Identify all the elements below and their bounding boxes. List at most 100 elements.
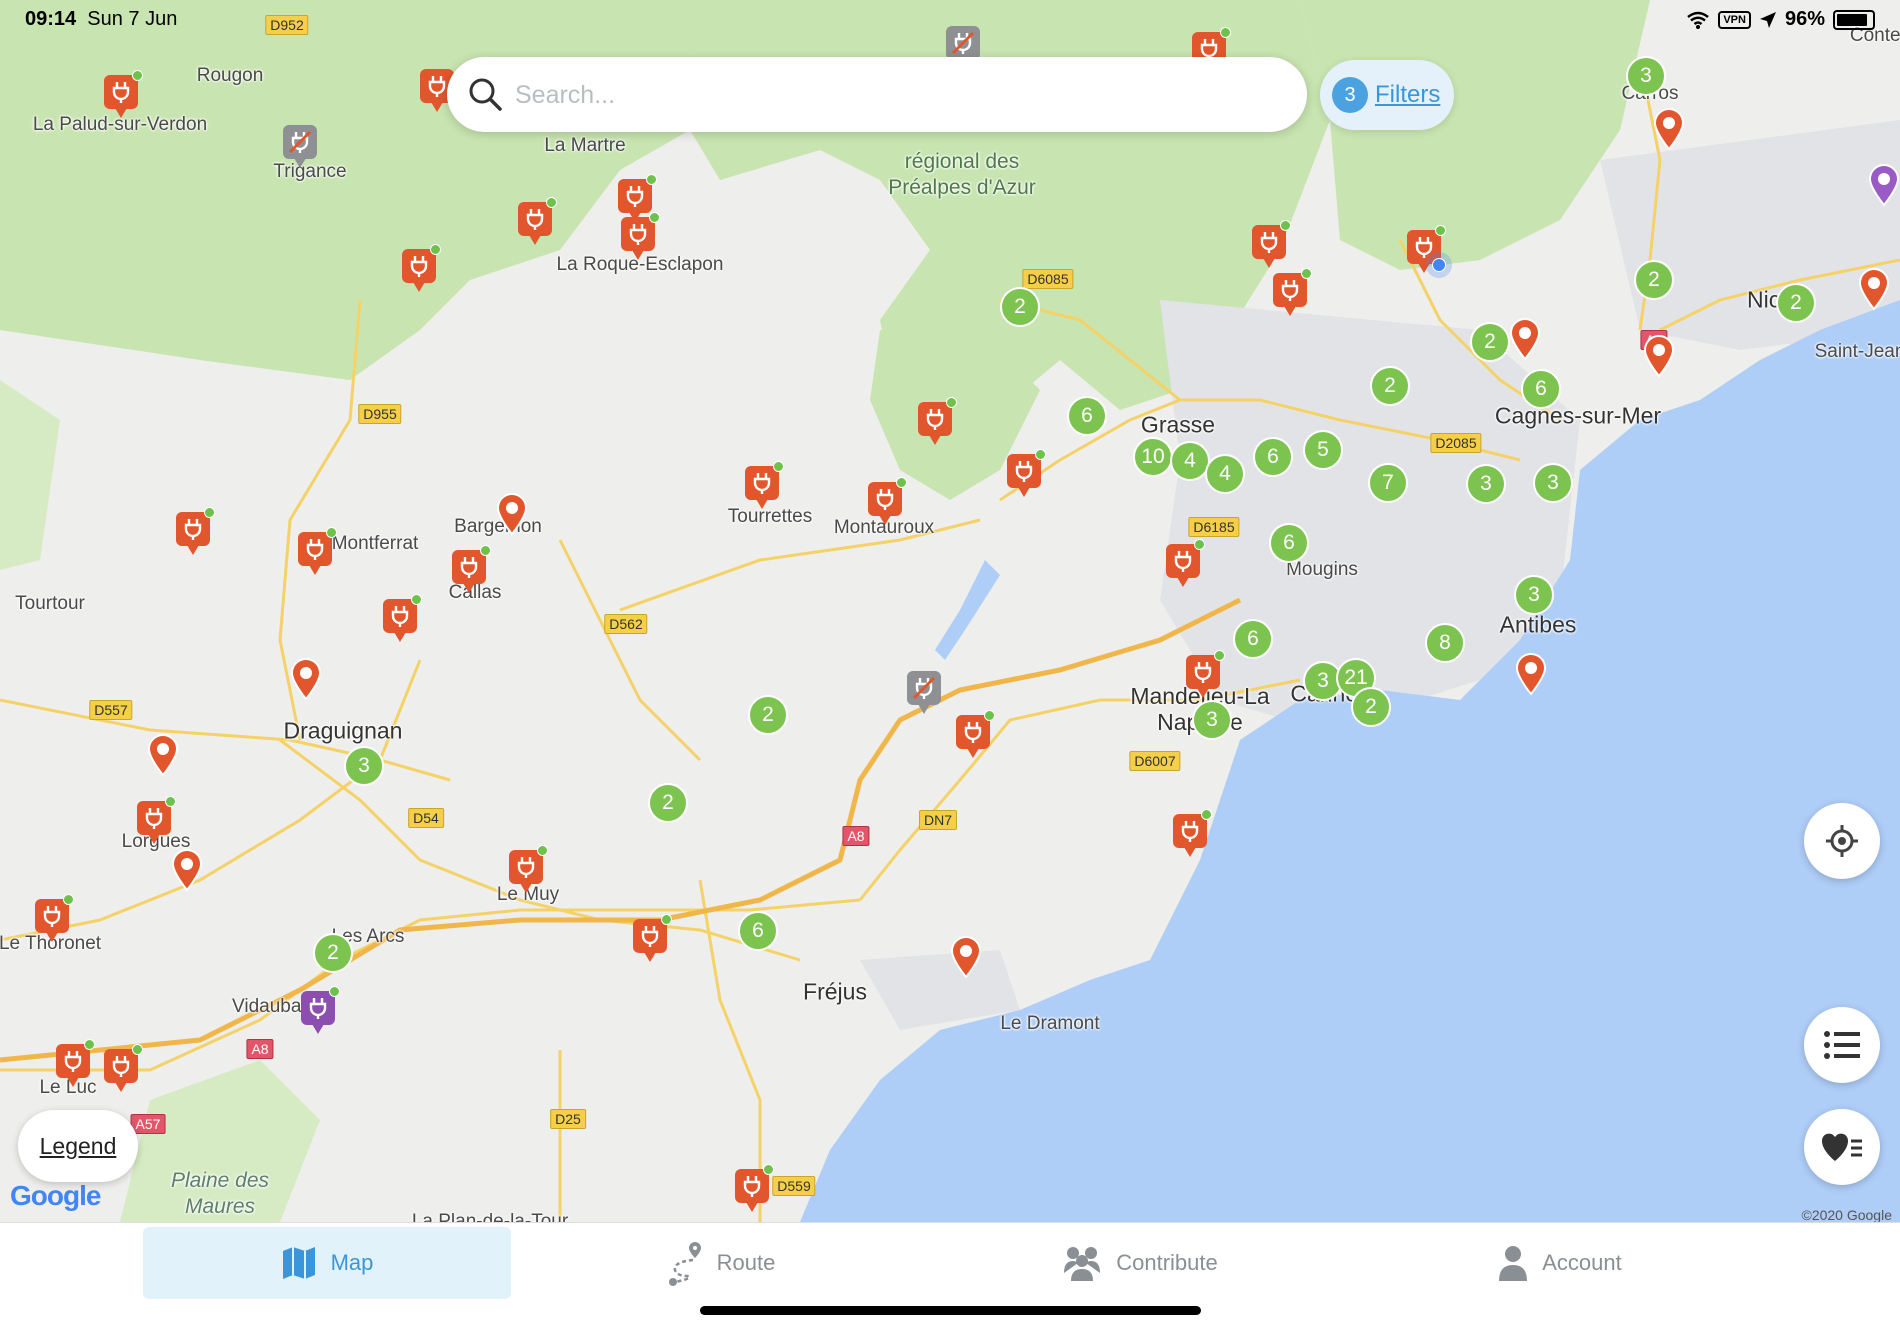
cluster-marker[interactable]: 4 <box>1170 441 1210 481</box>
charger-marker[interactable] <box>383 594 422 642</box>
cluster-marker[interactable]: 3 <box>1626 56 1666 96</box>
place-label: Le Dramont <box>1000 1013 1100 1034</box>
location-pin[interactable] <box>1515 653 1547 695</box>
location-pin[interactable] <box>1509 318 1541 360</box>
charger-marker[interactable] <box>956 710 995 758</box>
charger-marker-unavailable[interactable] <box>907 671 941 714</box>
cluster-marker[interactable]: 7 <box>1368 463 1408 503</box>
road-label: D562 <box>604 614 648 634</box>
available-dot <box>411 594 422 605</box>
plug-icon <box>1281 280 1299 301</box>
cluster-marker[interactable]: 2 <box>313 933 353 973</box>
charger-marker[interactable] <box>1173 809 1212 857</box>
cluster-marker[interactable]: 6 <box>1067 396 1107 436</box>
charger-marker[interactable] <box>618 174 657 222</box>
location-pin[interactable] <box>1868 164 1900 206</box>
cluster-marker[interactable]: 2 <box>1634 260 1674 300</box>
road-label: D6007 <box>1129 751 1181 771</box>
place-label: Callas <box>448 582 502 603</box>
cluster-marker[interactable]: 2 <box>1351 687 1391 727</box>
charger-marker[interactable] <box>745 461 784 509</box>
cluster-marker[interactable]: 2 <box>1776 283 1816 323</box>
location-pin[interactable] <box>1858 268 1890 310</box>
charger-marker[interactable] <box>35 894 74 942</box>
cluster-marker[interactable]: 3 <box>1466 464 1506 504</box>
tab-account-label: Account <box>1542 1250 1622 1275</box>
cluster-marker[interactable]: 3 <box>1533 463 1573 503</box>
cluster-marker[interactable]: 6 <box>738 911 778 951</box>
cluster-marker[interactable]: 8 <box>1425 623 1465 663</box>
available-dot <box>1301 268 1312 279</box>
charger-marker[interactable] <box>509 845 548 893</box>
location-pin[interactable] <box>950 936 982 978</box>
cluster-marker[interactable]: 6 <box>1253 437 1293 477</box>
charger-marker[interactable] <box>1273 268 1312 316</box>
map-view[interactable]: Rougon La Palud-sur-Verdon Trigance La M… <box>0 0 1900 1222</box>
tab-account[interactable]: Account <box>1490 1227 1630 1299</box>
charger-marker-fast[interactable] <box>301 986 340 1034</box>
locate-me-button[interactable] <box>1804 803 1880 879</box>
charger-marker[interactable] <box>104 1044 143 1092</box>
charger-marker[interactable] <box>633 914 672 962</box>
charger-marker[interactable] <box>1007 449 1046 497</box>
place-label: Plaine des Maures <box>170 1169 270 1218</box>
charger-marker[interactable] <box>298 527 337 575</box>
available-dot <box>326 527 337 538</box>
plug-icon <box>43 906 61 927</box>
search-input[interactable] <box>513 71 1277 119</box>
contribute-icon <box>1064 1247 1101 1281</box>
charger-marker[interactable] <box>104 70 143 118</box>
legend-button[interactable]: Legend <box>18 1110 138 1182</box>
cluster-marker[interactable]: 3 <box>1192 700 1232 740</box>
tab-map[interactable]: Map <box>143 1227 511 1299</box>
charger-marker[interactable] <box>918 397 957 445</box>
tab-route[interactable]: Route <box>640 1227 800 1299</box>
cluster-marker[interactable]: 5 <box>1303 430 1343 470</box>
charger-marker[interactable] <box>1166 539 1205 587</box>
location-pin[interactable] <box>1653 108 1685 150</box>
cluster-marker[interactable]: 2 <box>648 783 688 823</box>
list-view-button[interactable] <box>1804 1007 1880 1083</box>
filters-button[interactable]: 3 Filters <box>1320 60 1454 130</box>
available-dot <box>763 1164 774 1175</box>
road-label: D955 <box>358 404 402 424</box>
charger-marker[interactable] <box>868 477 907 525</box>
charger-marker[interactable] <box>56 1039 95 1087</box>
cluster-marker[interactable]: 3 <box>344 746 384 786</box>
cluster-marker[interactable]: 6 <box>1269 523 1309 563</box>
location-pin[interactable] <box>1643 335 1675 377</box>
cluster-marker[interactable]: 6 <box>1521 369 1561 409</box>
cluster-marker[interactable]: 6 <box>1233 619 1273 659</box>
charger-marker[interactable] <box>518 197 557 245</box>
cluster-marker[interactable]: 2 <box>1000 287 1040 327</box>
charger-marker[interactable] <box>621 212 660 260</box>
road-label: D557 <box>89 700 133 720</box>
charger-marker-unavailable[interactable] <box>283 125 317 168</box>
location-pin[interactable] <box>290 658 322 700</box>
plug-icon <box>626 186 644 207</box>
available-dot <box>1435 225 1446 236</box>
charger-marker[interactable] <box>1186 650 1225 698</box>
cluster-marker[interactable]: 2 <box>1370 366 1410 406</box>
charger-marker[interactable] <box>402 244 441 292</box>
tab-contribute[interactable]: Contribute <box>1040 1227 1240 1299</box>
map-icon <box>282 1247 315 1279</box>
location-pin[interactable] <box>147 734 179 776</box>
plug-icon <box>876 489 894 510</box>
charger-marker[interactable] <box>137 796 176 844</box>
cluster-marker[interactable]: 2 <box>748 695 788 735</box>
cluster-marker[interactable]: 10 <box>1133 437 1173 477</box>
plug-icon <box>753 473 771 494</box>
cluster-marker[interactable]: 3 <box>1514 575 1554 615</box>
search-bar[interactable] <box>447 57 1307 132</box>
charger-marker[interactable] <box>1252 220 1291 268</box>
charger-marker[interactable] <box>176 507 215 555</box>
charger-marker[interactable] <box>735 1164 774 1212</box>
favorites-button[interactable] <box>1804 1109 1880 1185</box>
location-pin[interactable] <box>171 849 203 891</box>
charger-marker[interactable] <box>452 545 491 593</box>
cluster-marker[interactable]: 4 <box>1205 454 1245 494</box>
cluster-marker[interactable]: 2 <box>1470 322 1510 362</box>
location-pin[interactable] <box>496 493 528 535</box>
road-label: A8 <box>842 826 870 846</box>
